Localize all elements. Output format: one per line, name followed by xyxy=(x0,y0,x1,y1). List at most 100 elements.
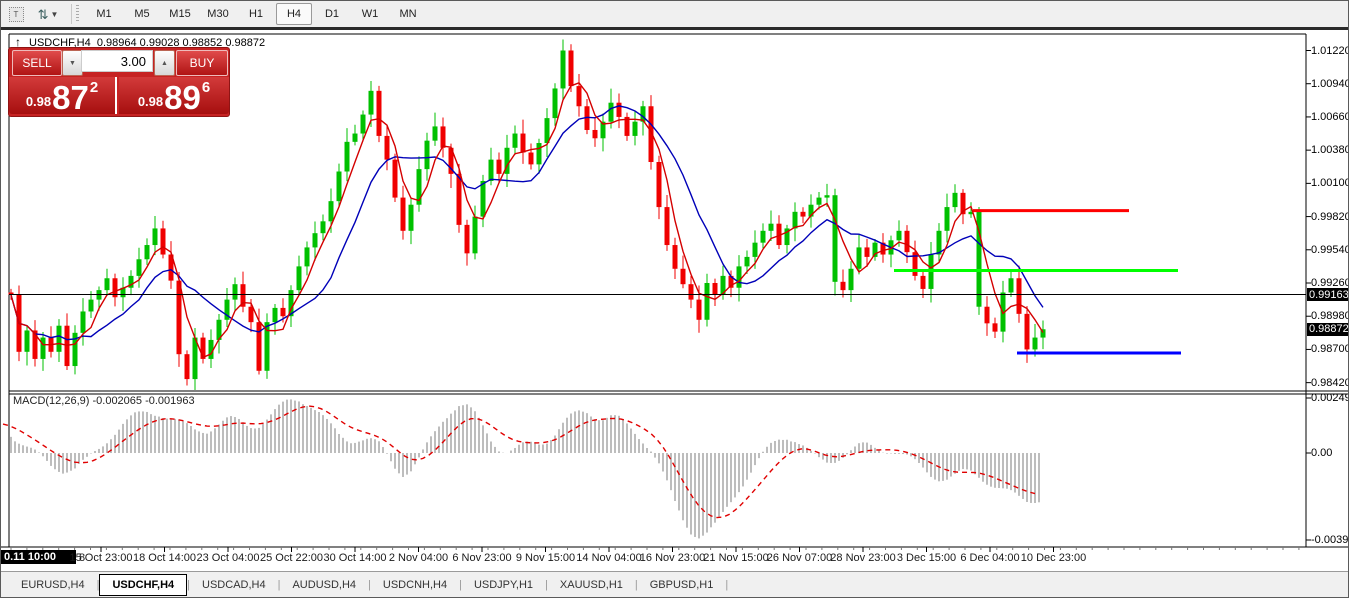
candle-body xyxy=(152,228,158,246)
time-tick-label: 6 Dec 04:00 xyxy=(960,552,1020,564)
candle-body xyxy=(904,230,910,253)
timeframe-button-w1[interactable]: W1 xyxy=(352,3,388,25)
candle-body xyxy=(792,211,798,229)
candle-body xyxy=(104,278,110,291)
time-tick-label: 9 Nov 15:00 xyxy=(515,552,576,564)
candle-body xyxy=(144,245,150,260)
candle-body xyxy=(840,281,846,291)
candle-body xyxy=(736,266,742,288)
candle-body xyxy=(560,50,566,89)
chart-shift-icon[interactable]: T xyxy=(5,4,27,24)
candle-body xyxy=(648,106,654,163)
price-tick-label: 1.00660 xyxy=(1311,110,1349,123)
candle-body xyxy=(536,143,542,165)
candle-body xyxy=(488,159,494,181)
candle-body xyxy=(768,223,774,231)
candle-body xyxy=(80,311,86,333)
candle-body xyxy=(168,254,174,281)
buy-price-display[interactable]: 0.98 89 6 xyxy=(119,77,229,114)
candle-body xyxy=(24,330,30,352)
candle-body xyxy=(912,252,918,276)
chart-tab-gbpusd[interactable]: GBPUSD,H1 xyxy=(638,575,726,595)
candle-body xyxy=(232,284,238,300)
macd-axis-label: 0.00 xyxy=(1311,447,1333,459)
candle-body xyxy=(1024,313,1030,350)
time-tick-label: 14 Nov 04:00 xyxy=(576,552,642,564)
macd-axis-label: 0.002492 xyxy=(1311,392,1348,404)
candle-body xyxy=(752,242,758,257)
candle-body xyxy=(944,207,950,231)
candle-body xyxy=(16,294,22,352)
price-tick-label: 1.00100 xyxy=(1311,177,1349,190)
sell-price-display[interactable]: 0.98 87 2 xyxy=(9,77,117,114)
candle-body xyxy=(544,118,550,144)
candle-body xyxy=(272,307,278,323)
timeframe-button-mn[interactable]: MN xyxy=(390,3,426,25)
candle-body xyxy=(520,133,526,153)
sell-button[interactable]: SELL xyxy=(12,50,62,76)
macd-signal-line xyxy=(2,405,1036,519)
candle-body xyxy=(368,90,374,115)
chart-tab-xauusd[interactable]: XAUUSD,H1 xyxy=(548,575,635,595)
time-tick-label: 3 Dec 15:00 xyxy=(896,552,957,564)
timeframe-button-m1[interactable]: M1 xyxy=(86,3,122,25)
candle-body xyxy=(304,247,310,267)
candle-body xyxy=(592,129,598,139)
candle-body xyxy=(184,354,190,380)
candle-body xyxy=(224,299,230,320)
buy-button[interactable]: BUY xyxy=(176,50,228,76)
candle-body xyxy=(128,275,134,288)
candle-body xyxy=(992,323,998,332)
candle-body xyxy=(808,204,814,217)
candle-body xyxy=(96,290,102,300)
timeframe-button-m5[interactable]: M5 xyxy=(124,3,160,25)
toolbar-divider xyxy=(1,27,1348,30)
dropdown-caret-icon: ▼ xyxy=(50,9,59,19)
candle-body xyxy=(320,221,326,234)
candle-body xyxy=(352,133,358,142)
candle-body xyxy=(200,337,206,359)
candle-body xyxy=(40,337,46,359)
chart-tab-usdcnh[interactable]: USDCNH,H4 xyxy=(371,575,459,595)
candle-body xyxy=(632,121,638,136)
candle-body xyxy=(56,325,62,352)
candle-body xyxy=(336,171,342,202)
volume-decrease-button[interactable]: ▼ xyxy=(62,50,83,76)
candle-body xyxy=(136,259,142,276)
time-tick-label: 28 Nov 23:00 xyxy=(830,552,896,564)
price-tick-label: 1.00380 xyxy=(1311,144,1349,157)
candle-body xyxy=(240,284,246,307)
candle-body xyxy=(1008,278,1014,293)
price-tick-label: 0.99820 xyxy=(1311,210,1349,223)
candle-body xyxy=(496,159,502,174)
candle-body xyxy=(744,256,750,267)
timeframe-button-d1[interactable]: D1 xyxy=(314,3,350,25)
volume-input[interactable]: 3.00 xyxy=(81,50,153,72)
candle-body xyxy=(816,197,822,205)
candle-body xyxy=(432,126,438,141)
candle-body xyxy=(696,299,702,320)
chart-tab-eurusd[interactable]: EURUSD,H4 xyxy=(9,575,97,595)
chart-tab-audusd[interactable]: AUDUSD,H4 xyxy=(280,575,368,595)
chart-tab-usdjpy[interactable]: USDJPY,H1 xyxy=(462,575,545,595)
candle-body xyxy=(360,114,366,134)
candle-body xyxy=(880,242,886,255)
candle-body xyxy=(712,283,718,295)
volume-increase-button[interactable]: ▲ xyxy=(154,50,175,76)
candle-body xyxy=(824,195,830,198)
timeframe-button-h1[interactable]: H1 xyxy=(238,3,274,25)
timeframe-button-m15[interactable]: M15 xyxy=(162,3,198,25)
timeframe-button-h4[interactable]: H4 xyxy=(276,3,312,25)
candle-body xyxy=(392,159,398,198)
chart-tab-usdcad[interactable]: USDCAD,H4 xyxy=(190,575,278,595)
symbol-arrows-icon[interactable]: ⇅ ▼ xyxy=(31,4,65,24)
candle-body xyxy=(960,192,966,215)
price-tick-label: 1.00940 xyxy=(1311,77,1349,90)
timeframe-button-group: M1 M5 M15 M30 H1 H4 D1 W1 MN xyxy=(85,3,427,25)
candle-body xyxy=(576,86,582,107)
toolbar-grip-handle[interactable] xyxy=(76,5,81,23)
chart-tab-usdchf[interactable]: USDCHF,H4 xyxy=(99,573,188,596)
timeframe-button-m30[interactable]: M30 xyxy=(200,3,236,25)
candle-body xyxy=(704,283,710,320)
chart-tab-bar: EURUSD,H4 | USDCHF,H4 | USDCAD,H4 | AUDUSD,H4 |… xyxy=(1,571,1348,597)
